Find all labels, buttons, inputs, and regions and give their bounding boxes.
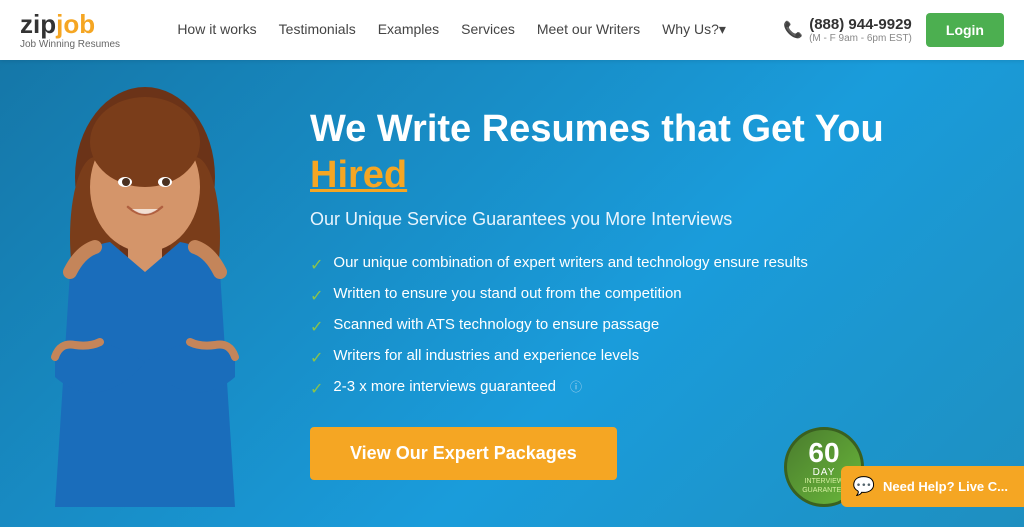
check-icon-2: ✓ [310, 286, 323, 306]
woman-svg [10, 77, 280, 527]
nav-item-testimonials[interactable]: Testimonials [279, 21, 356, 39]
hero-woman-image [10, 77, 280, 527]
phone-icon: 📞 [783, 20, 803, 40]
chat-icon: 💬 [853, 476, 875, 497]
live-chat-widget[interactable]: 💬 Need Help? Live C... [841, 466, 1024, 507]
logo[interactable]: zipjob Job Winning Resumes [20, 10, 120, 51]
phone-hours: (M - F 9am - 6pm EST) [809, 33, 912, 44]
login-button[interactable]: Login [926, 13, 1004, 47]
badge-text: INTERVIEWGUARANTEE [802, 478, 846, 495]
nav-item-writers[interactable]: Meet our Writers [537, 21, 640, 39]
logo-zip: zip [20, 9, 56, 39]
nav-item-examples[interactable]: Examples [378, 21, 439, 39]
hero-features-list: ✓ Our unique combination of expert write… [310, 254, 900, 399]
feature-item-4: ✓ Writers for all industries and experie… [310, 347, 900, 368]
nav-right: 📞 (888) 944-9929 (M - F 9am - 6pm EST) L… [783, 13, 1004, 47]
logo-job: job [56, 9, 95, 39]
feature-text-3: Scanned with ATS technology to ensure pa… [333, 316, 659, 333]
navbar: zipjob Job Winning Resumes How it works … [0, 0, 1024, 60]
nav-links: How it works Testimonials Examples Servi… [177, 21, 726, 39]
info-icon[interactable]: ⓘ [570, 378, 582, 395]
logo-tagline: Job Winning Resumes [20, 39, 120, 50]
check-icon-3: ✓ [310, 317, 323, 337]
nav-link-services[interactable]: Services [461, 21, 515, 37]
hero-subtitle: Our Unique Service Guarantees you More I… [310, 209, 900, 230]
hero-section: We Write Resumes that Get You Hired Our … [0, 60, 1024, 527]
check-icon-1: ✓ [310, 255, 323, 275]
nav-item-services[interactable]: Services [461, 21, 515, 39]
hero-title: We Write Resumes that Get You Hired [310, 107, 900, 198]
nav-item-why-us[interactable]: Why Us?▾ [662, 21, 726, 39]
nav-link-testimonials[interactable]: Testimonials [279, 21, 356, 37]
feature-text-5: 2-3 x more interviews guaranteed [333, 378, 556, 395]
nav-link-why-us[interactable]: Why Us?▾ [662, 21, 726, 37]
feature-text-1: Our unique combination of expert writers… [333, 254, 807, 271]
feature-text-4: Writers for all industries and experienc… [333, 347, 639, 364]
hero-title-text: We Write Resumes that Get You [310, 108, 884, 150]
nav-link-writers[interactable]: Meet our Writers [537, 21, 640, 37]
feature-item-2: ✓ Written to ensure you stand out from t… [310, 285, 900, 306]
feature-text-2: Written to ensure you stand out from the… [333, 285, 681, 302]
feature-item-5: ✓ 2-3 x more interviews guaranteed ⓘ [310, 378, 900, 399]
phone-area: 📞 (888) 944-9929 (M - F 9am - 6pm EST) [783, 16, 912, 44]
badge-day: DAY [813, 467, 836, 478]
hero-title-highlight: Hired [310, 154, 407, 196]
chat-label: Need Help? Live C... [883, 479, 1008, 494]
nav-link-examples[interactable]: Examples [378, 21, 439, 37]
phone-info: (888) 944-9929 (M - F 9am - 6pm EST) [809, 16, 912, 44]
badge-number: 60 [808, 439, 839, 467]
phone-number: (888) 944-9929 [809, 16, 912, 33]
cta-button[interactable]: View Our Expert Packages [310, 427, 617, 480]
feature-item-1: ✓ Our unique combination of expert write… [310, 254, 900, 275]
feature-item-3: ✓ Scanned with ATS technology to ensure … [310, 316, 900, 337]
nav-link-how-it-works[interactable]: How it works [177, 21, 256, 37]
check-icon-4: ✓ [310, 348, 323, 368]
nav-item-how-it-works[interactable]: How it works [177, 21, 256, 39]
check-icon-5: ✓ [310, 379, 323, 399]
